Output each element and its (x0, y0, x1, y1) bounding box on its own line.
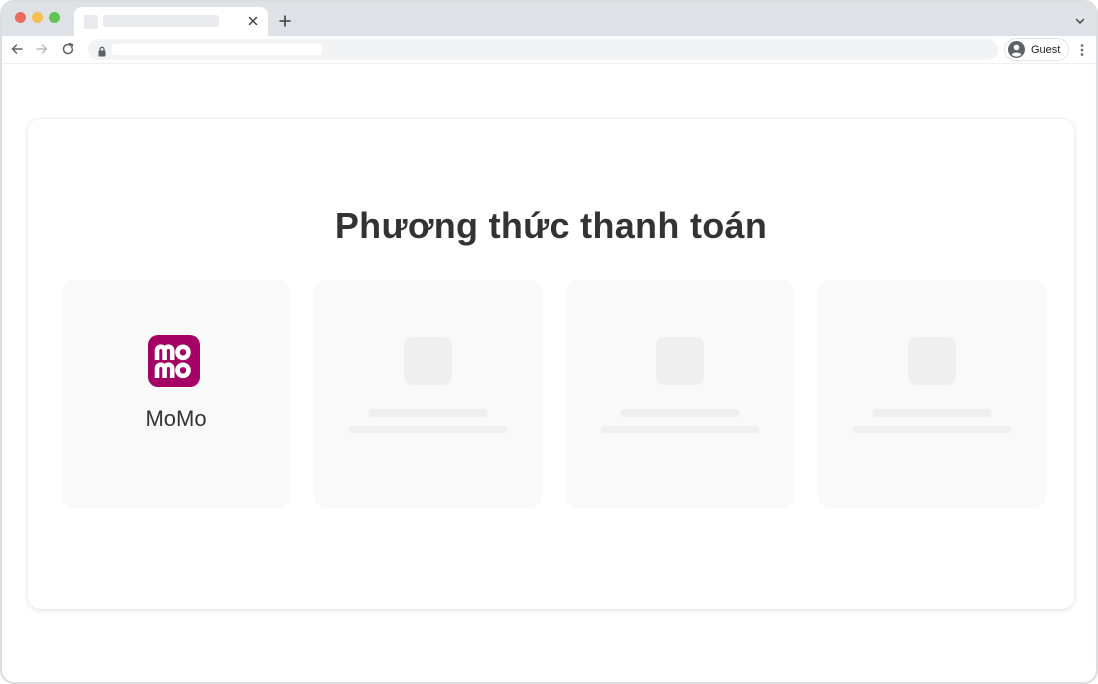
close-window-button[interactable] (15, 12, 26, 23)
active-tab[interactable] (74, 7, 268, 36)
tab-favicon-placeholder (84, 15, 98, 29)
skeleton-line (620, 409, 740, 417)
skeleton-line (348, 426, 508, 433)
payment-method-loading (314, 280, 542, 508)
profile-button[interactable]: Guest (1004, 38, 1069, 61)
payment-method-loading (818, 280, 1046, 508)
address-bar[interactable] (88, 39, 998, 60)
skeleton-line (852, 426, 1012, 433)
tab-title-placeholder (103, 15, 219, 27)
browser-window: Guest Phương thức thanh toán MoMo (0, 0, 1098, 684)
reload-icon[interactable] (61, 42, 75, 56)
arrow-left-icon[interactable] (10, 42, 24, 56)
payment-method-name: MoMo (145, 406, 207, 431)
arrow-right-icon[interactable] (35, 42, 49, 56)
page-title: Phương thức thanh toán (334, 205, 768, 246)
skeleton-line (872, 409, 992, 417)
skeleton-icon (404, 337, 452, 385)
skeleton-icon (656, 337, 704, 385)
url-placeholder (112, 44, 322, 55)
payment-method-momo[interactable]: MoMo (62, 280, 290, 508)
skeleton-line (600, 426, 760, 433)
payment-methods-list: MoMo (62, 280, 1046, 508)
browser-toolbar: Guest (2, 36, 1096, 64)
profile-label: Guest (1031, 44, 1061, 56)
maximize-window-button[interactable] (49, 12, 60, 23)
close-icon[interactable] (245, 13, 261, 29)
chevron-down-icon[interactable] (1074, 15, 1086, 27)
skeleton-line (368, 409, 488, 417)
payment-method-loading (566, 280, 794, 508)
momo-logo (148, 335, 200, 387)
person-icon (1008, 41, 1025, 58)
minimize-window-button[interactable] (32, 12, 43, 23)
tab-strip (2, 2, 1096, 36)
lock-icon (97, 44, 107, 57)
plus-icon[interactable] (277, 13, 293, 29)
payment-card: Phương thức thanh toán MoMo (28, 119, 1074, 609)
kebab-icon[interactable] (1080, 43, 1084, 57)
skeleton-icon (908, 337, 956, 385)
